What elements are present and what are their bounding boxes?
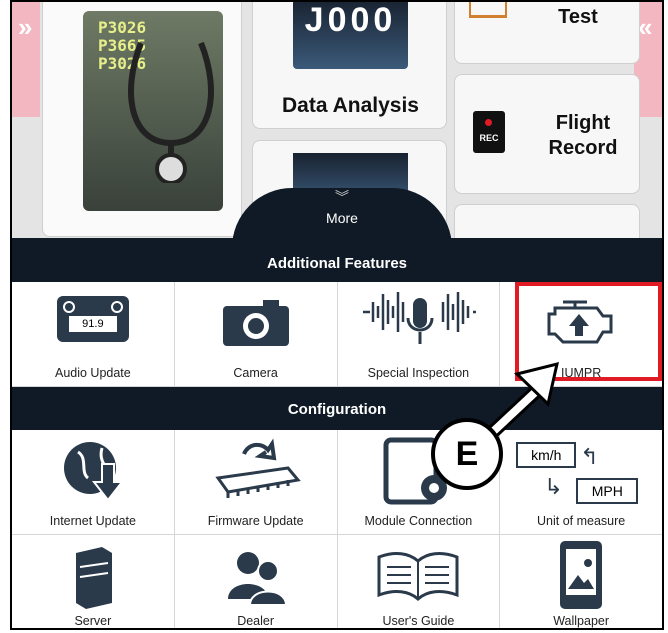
app-window: » « P3026 P3665 P3026 J000 Data Analysis…: [10, 0, 664, 630]
callout-arrow-icon: [477, 361, 559, 448]
callout-badge: E: [431, 418, 503, 490]
